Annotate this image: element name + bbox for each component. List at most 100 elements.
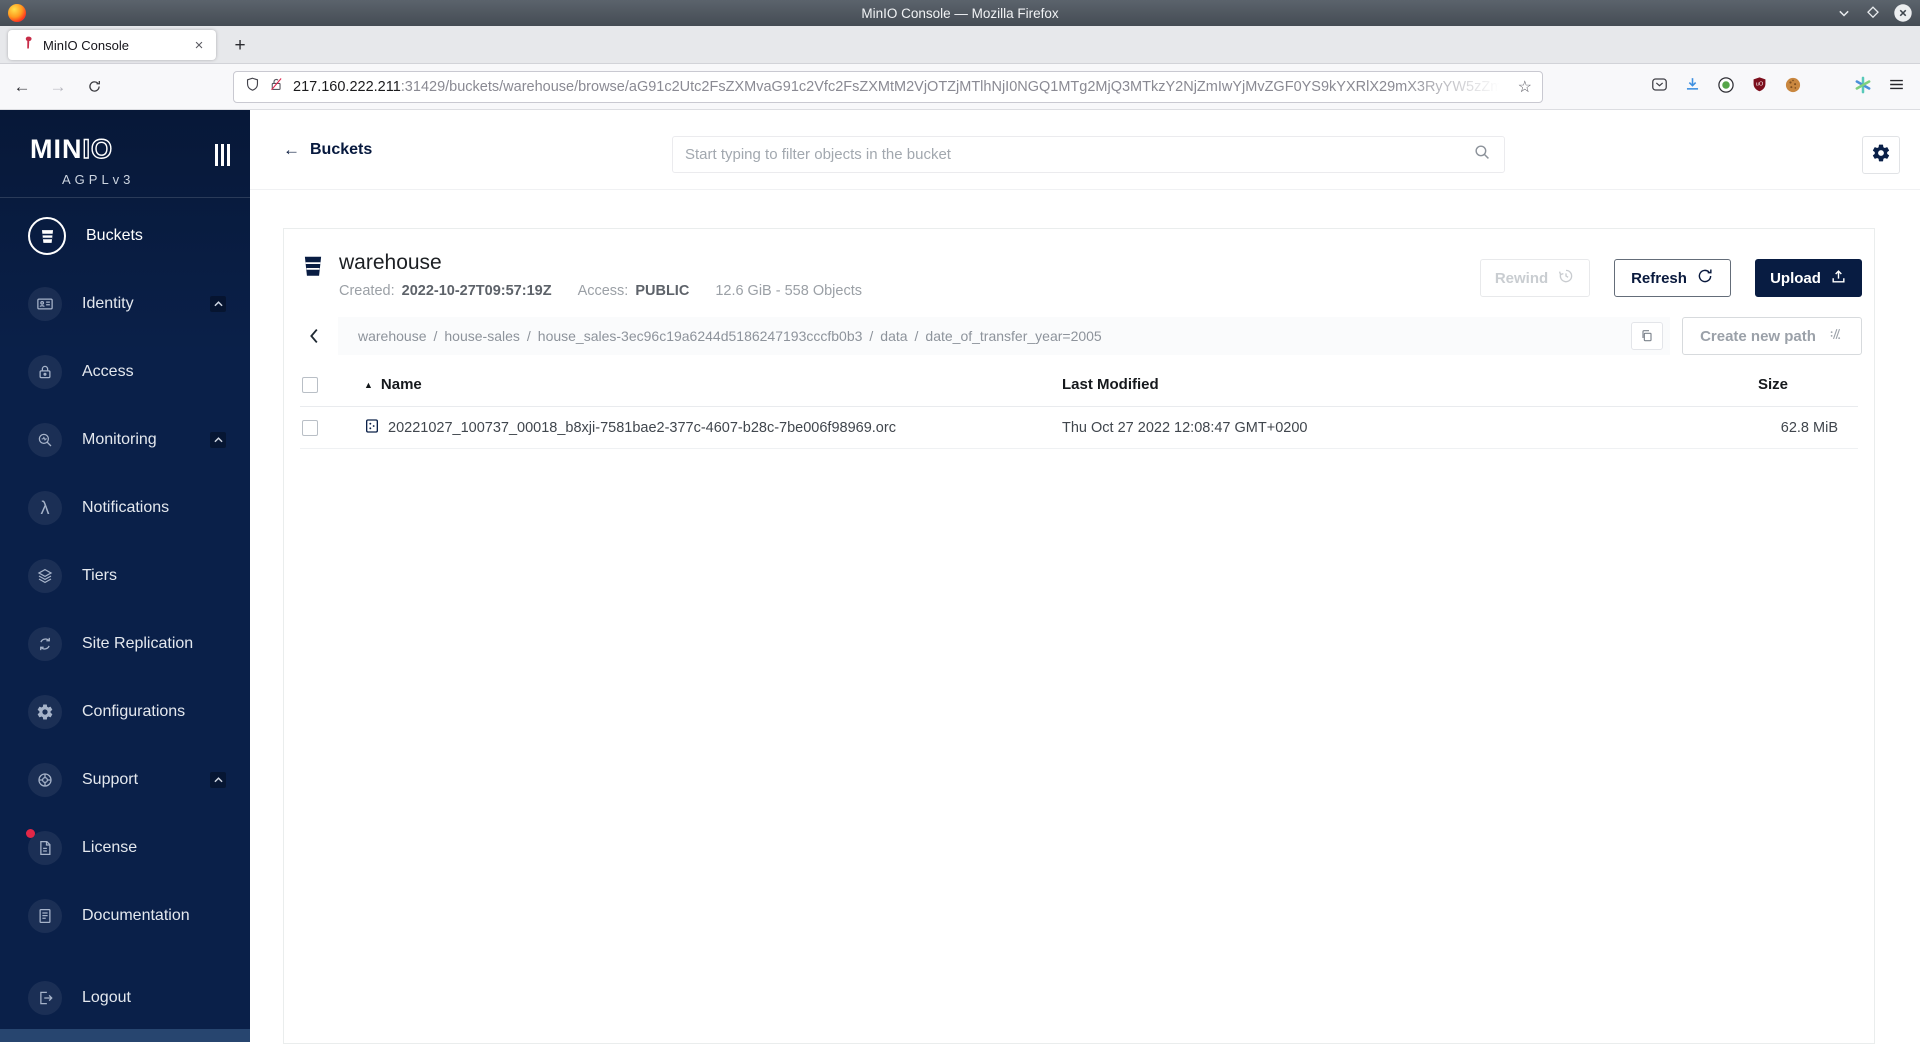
- search-icon: [1473, 143, 1492, 167]
- bucket-name: warehouse: [339, 251, 442, 274]
- sort-asc-icon[interactable]: ▲: [364, 380, 373, 390]
- bookmark-star-icon[interactable]: ☆: [1518, 77, 1532, 97]
- column-header-last-modified[interactable]: Last Modified: [1058, 376, 1708, 393]
- new-path-icon: [1826, 325, 1844, 347]
- chevron-up-icon[interactable]: [210, 432, 226, 448]
- menu-hamburger-icon[interactable]: [1887, 75, 1906, 99]
- table-row[interactable]: 20221027_100737_00018_b8xji-7581bae2-377…: [300, 407, 1858, 449]
- object-name[interactable]: 20221027_100737_00018_b8xji-7581bae2-377…: [388, 420, 896, 436]
- row-checkbox[interactable]: [302, 419, 318, 436]
- back-to-buckets-link[interactable]: ← Buckets: [283, 140, 372, 160]
- chevron-up-icon[interactable]: [210, 296, 226, 312]
- replication-arrows-icon: [28, 627, 62, 661]
- shield-permissions-icon[interactable]: [244, 76, 261, 98]
- sidebar: MINIO AGPLv3 Buckets Identity Access Mon…: [0, 110, 250, 1042]
- tab-close-icon[interactable]: ×: [190, 37, 208, 54]
- breadcrumb-part[interactable]: data: [880, 328, 907, 344]
- sidebar-item-site-replication[interactable]: Site Replication: [0, 610, 250, 678]
- breadcrumb-part[interactable]: house-sales: [444, 328, 520, 344]
- sidebar-item-license[interactable]: License: [0, 814, 250, 882]
- upload-button[interactable]: Upload: [1755, 259, 1862, 297]
- svg-text:uO: uO: [1756, 82, 1764, 88]
- lambda-icon: λ: [28, 491, 62, 525]
- sidebar-item-buckets[interactable]: Buckets: [0, 202, 250, 270]
- upload-icon: [1830, 268, 1847, 289]
- back-button[interactable]: ←: [8, 73, 36, 101]
- breadcrumb-part[interactable]: date_of_transfer_year=2005: [925, 328, 1101, 344]
- pocket-icon[interactable]: [1650, 75, 1669, 99]
- tab-favicon-minio: [20, 35, 35, 55]
- create-new-path-button[interactable]: Create new path: [1682, 317, 1862, 355]
- objects-table: ▲ Name Last Modified Size 20221027_10073…: [300, 363, 1858, 449]
- extension-asterisk-icon[interactable]: [1853, 75, 1873, 100]
- sidebar-bottom-strip: [0, 1029, 250, 1042]
- object-file-icon: [364, 418, 380, 438]
- breadcrumb: warehouse / house-sales / house_sales-3e…: [338, 317, 1670, 355]
- insecure-lock-icon[interactable]: [268, 76, 285, 98]
- logout-icon: [28, 981, 62, 1015]
- copy-path-button[interactable]: [1631, 322, 1663, 350]
- back-label: Buckets: [310, 141, 373, 158]
- url-bar[interactable]: 217.160.222.211:31429/buckets/warehouse/…: [233, 71, 1543, 103]
- rewind-clock-icon: [1557, 267, 1575, 289]
- window-minimize-icon[interactable]: [1834, 3, 1854, 23]
- browser-navbar: ← → 217.160.222.211:31429/buckets/wareho…: [0, 64, 1920, 110]
- identity-card-icon: [28, 287, 62, 321]
- tab-title: MinIO Console: [43, 37, 129, 53]
- gear-icon: [1871, 143, 1891, 168]
- forward-button[interactable]: →: [44, 73, 72, 101]
- bucket-icon: [28, 217, 66, 255]
- license-document-icon: [26, 829, 62, 865]
- ublock-shield-icon[interactable]: uO: [1750, 75, 1769, 99]
- sidebar-item-access[interactable]: Access: [0, 338, 250, 406]
- reload-button[interactable]: [80, 73, 108, 101]
- document-icon: [28, 899, 62, 933]
- cookie-extension-icon[interactable]: [1783, 75, 1803, 100]
- url-text[interactable]: 217.160.222.211:31429/buckets/warehouse/…: [293, 79, 1512, 95]
- select-all-checkbox[interactable]: [302, 376, 318, 393]
- window-title: MinIO Console — Mozilla Firefox: [861, 5, 1059, 21]
- window-close-icon[interactable]: [1892, 2, 1914, 24]
- sidebar-item-identity[interactable]: Identity: [0, 270, 250, 338]
- rewind-button[interactable]: Rewind: [1480, 259, 1590, 297]
- bucket-usage: 12.6 GiB - 558 Objects: [715, 283, 862, 299]
- filter-search-box: [672, 136, 1505, 173]
- sidebar-item-documentation[interactable]: Documentation: [0, 882, 250, 950]
- new-tab-button[interactable]: +: [228, 34, 252, 58]
- lock-icon: [28, 355, 62, 389]
- chevron-up-icon[interactable]: [210, 772, 226, 788]
- column-header-name[interactable]: Name: [381, 376, 422, 393]
- bucket-access-value: PUBLIC: [635, 283, 690, 299]
- bucket-created-value: 2022-10-27T09:57:19Z: [401, 283, 552, 299]
- sidebar-item-support[interactable]: Support: [0, 746, 250, 814]
- download-icon[interactable]: [1683, 75, 1702, 99]
- tab-minio-console[interactable]: MinIO Console ×: [8, 30, 216, 60]
- sidebar-item-notifications[interactable]: λ Notifications: [0, 474, 250, 542]
- lifebuoy-icon: [28, 763, 62, 797]
- bucket-settings-button[interactable]: [1862, 136, 1900, 174]
- breadcrumb-part[interactable]: house_sales-3ec96c19a6244d5186247193cccf…: [538, 328, 863, 344]
- magnifier-pulse-icon: [28, 423, 62, 457]
- filter-objects-input[interactable]: [685, 146, 1473, 163]
- window-titlebar: MinIO Console — Mozilla Firefox: [0, 0, 1920, 26]
- column-header-size[interactable]: Size: [1708, 376, 1858, 393]
- page-header: ← Buckets: [250, 110, 1920, 190]
- license-alert-badge: [26, 829, 35, 838]
- minio-logo: MINIO AGPLv3: [0, 110, 250, 198]
- bucket-browser-card: warehouse Created: 2022-10-27T09:57:19Z A…: [283, 228, 1875, 1044]
- breadcrumb-part[interactable]: warehouse: [358, 328, 427, 344]
- refresh-button[interactable]: Refresh: [1614, 259, 1731, 297]
- window-maximize-icon[interactable]: [1863, 3, 1883, 23]
- sidebar-item-configurations[interactable]: Configurations: [0, 678, 250, 746]
- path-back-button[interactable]: [300, 317, 330, 355]
- gear-icon: [28, 695, 62, 729]
- sidebar-item-tiers[interactable]: Tiers: [0, 542, 250, 610]
- extension-green-icon[interactable]: [1716, 75, 1736, 100]
- sidebar-item-logout[interactable]: Logout: [0, 964, 250, 1032]
- logo-license-label: AGPLv3: [62, 172, 135, 187]
- sidebar-item-monitoring[interactable]: Monitoring: [0, 406, 250, 474]
- object-size: 62.8 MiB: [1780, 419, 1838, 436]
- tab-bar: MinIO Console × +: [0, 26, 1920, 64]
- object-last-modified: Thu Oct 27 2022 12:08:47 GMT+0200: [1062, 419, 1308, 436]
- sidebar-collapse-icon[interactable]: [215, 144, 230, 166]
